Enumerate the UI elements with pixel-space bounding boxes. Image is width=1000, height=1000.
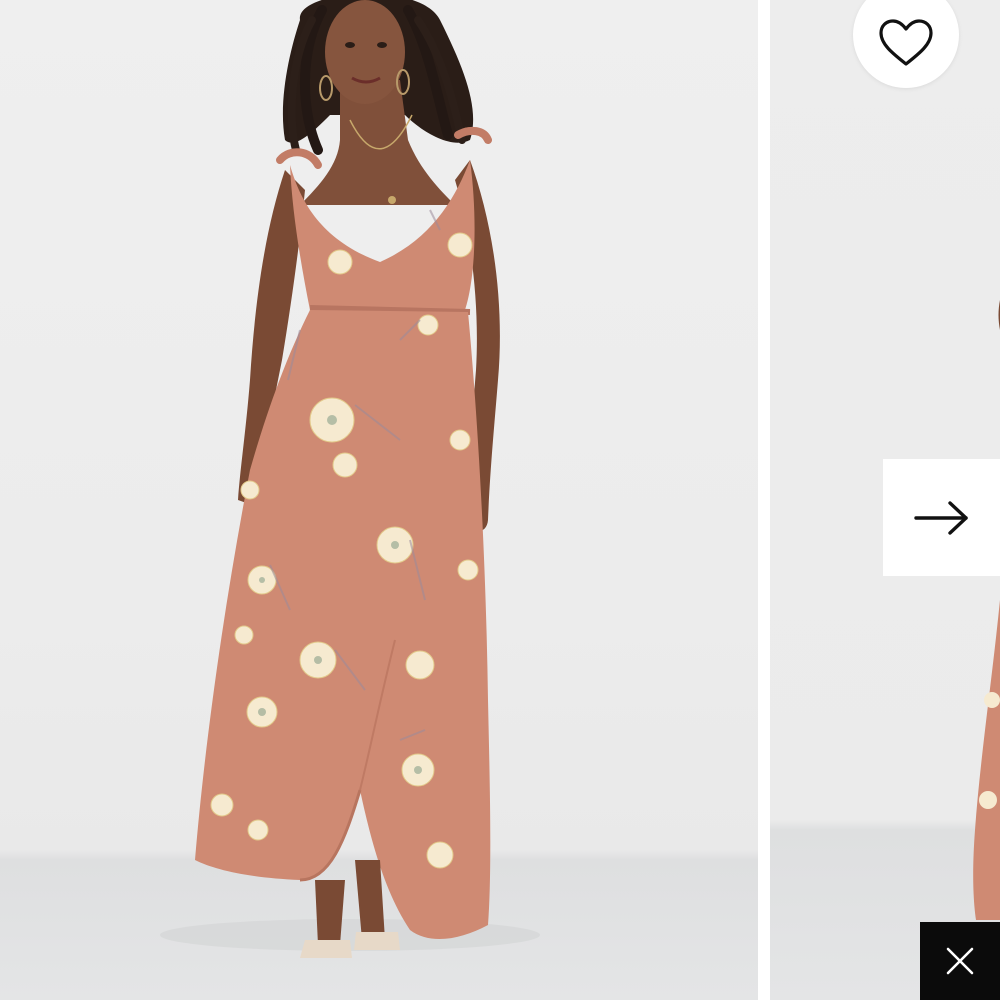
image-gallery (0, 0, 1000, 1000)
next-image-button[interactable] (883, 459, 1000, 576)
arrow-right-icon (913, 500, 968, 535)
main-product-image[interactable] (0, 0, 758, 1000)
close-icon (946, 947, 974, 975)
model-illustration (160, 0, 540, 958)
gallery-divider (758, 0, 770, 1000)
close-button[interactable] (920, 922, 1000, 1000)
heart-outline-icon (879, 19, 933, 66)
